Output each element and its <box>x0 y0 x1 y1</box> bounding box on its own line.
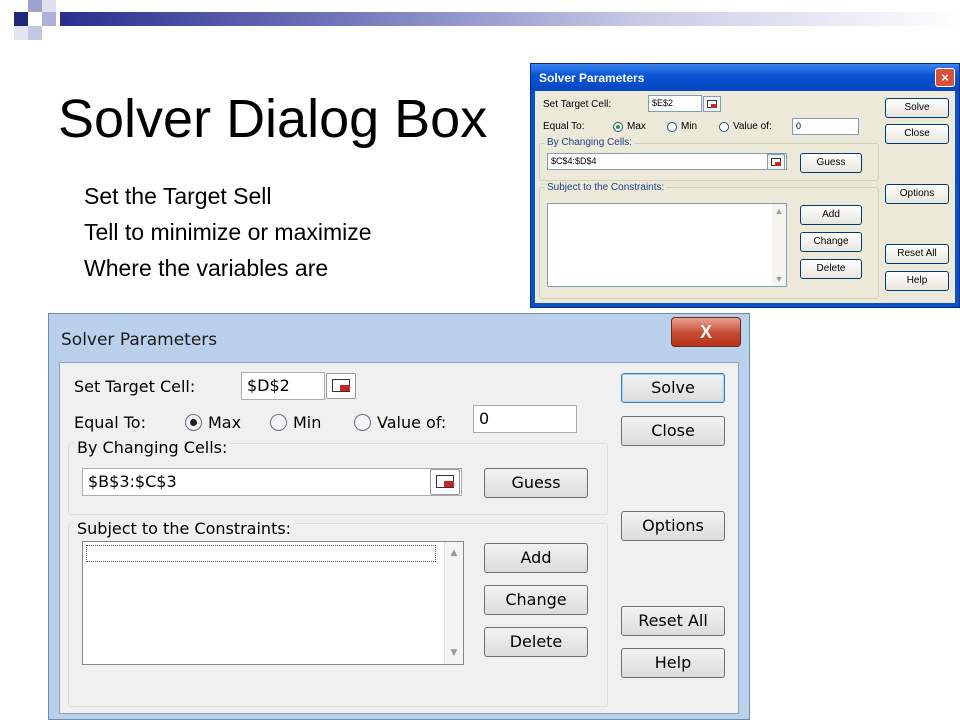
changing-cells-input[interactable]: $C$4:$D$4 <box>547 153 787 170</box>
help-button[interactable]: Help <box>621 648 725 678</box>
radio-max[interactable] <box>185 414 202 431</box>
decor-square-small <box>42 0 56 12</box>
solve-button[interactable]: Solve <box>885 98 949 118</box>
dialog-body: Set Target Cell: $D$2 Equal To: Max Min … <box>59 362 739 714</box>
change-button[interactable]: Change <box>800 232 862 252</box>
constraints-label: Subject to the Constraints: <box>545 182 667 193</box>
set-target-label: Set Target Cell: <box>74 377 196 396</box>
options-button[interactable]: Options <box>621 511 725 541</box>
dialog-title: Solver Parameters <box>61 330 218 350</box>
changing-cells-input[interactable]: $B$3:$C$3 <box>82 468 462 496</box>
add-button[interactable]: Add <box>800 205 862 225</box>
add-button[interactable]: Add <box>484 543 588 573</box>
target-cell-input[interactable]: $E$2 <box>648 95 702 112</box>
radio-min[interactable] <box>270 414 287 431</box>
help-button[interactable]: Help <box>885 271 949 291</box>
target-cell-input[interactable]: $D$2 <box>241 372 325 400</box>
change-button[interactable]: Change <box>484 585 588 615</box>
constraints-label: Subject to the Constraints: <box>74 519 295 538</box>
decor-gradient-bar <box>60 12 960 26</box>
solve-button[interactable]: Solve <box>621 373 725 403</box>
radio-min-label: Min <box>293 413 322 432</box>
changing-cells-label: By Changing Cells: <box>74 438 231 457</box>
radio-max-label: Max <box>627 121 646 132</box>
close-button[interactable]: Close <box>621 416 725 446</box>
delete-button[interactable]: Delete <box>800 259 862 279</box>
range-select-icon[interactable] <box>326 373 356 399</box>
radio-value-of-label: Value of: <box>377 413 447 432</box>
reset-all-button[interactable]: Reset All <box>621 606 725 636</box>
reset-all-button[interactable]: Reset All <box>885 244 949 264</box>
radio-max-label: Max <box>208 413 242 432</box>
scroll-down-arrow-icon[interactable]: ▼ <box>772 274 786 284</box>
guess-button[interactable]: Guess <box>800 153 862 173</box>
bullet-item: Set the Target Sell <box>84 183 272 209</box>
scroll-up-arrow-icon[interactable]: ▲ <box>445 548 463 558</box>
focus-row <box>86 545 436 562</box>
decor-square-lavender <box>42 12 56 26</box>
decor-square-pale <box>14 26 28 40</box>
scroll-down-arrow-icon[interactable]: ▼ <box>445 648 463 658</box>
constraints-list[interactable]: ▲ ▼ <box>82 541 464 665</box>
solver-dialog-large: Solver Parameters X Set Target Cell: $D$… <box>48 313 750 720</box>
options-button[interactable]: Options <box>885 184 949 204</box>
title-bar: Solver Parameters × <box>531 64 959 91</box>
close-icon[interactable]: X <box>671 317 741 347</box>
changing-cells-label: By Changing Cells: <box>545 137 635 148</box>
radio-value-of-label: Value of: <box>733 121 772 132</box>
value-of-input[interactable]: 0 <box>473 405 577 433</box>
close-button[interactable]: Close <box>885 124 949 144</box>
constraints-list[interactable]: ▲ ▼ <box>547 203 787 287</box>
delete-button[interactable]: Delete <box>484 627 588 657</box>
radio-value-of[interactable] <box>719 122 729 132</box>
value-of-input[interactable]: 0 <box>792 118 859 135</box>
equal-to-label: Equal To: <box>74 413 146 432</box>
bullet-item: Tell to minimize or maximize <box>84 219 372 245</box>
decor-square-mid <box>28 26 42 40</box>
radio-min-label: Min <box>681 121 698 132</box>
radio-value-of[interactable] <box>354 414 371 431</box>
bullet-item: Where the variables are <box>84 255 329 281</box>
decor-square-navy <box>14 12 28 26</box>
bullet-list: Set the Target Sell Tell to minimize or … <box>84 178 372 286</box>
set-target-label: Set Target Cell: <box>543 99 612 110</box>
range-select-icon[interactable] <box>767 154 785 170</box>
decor-square-light <box>28 0 42 12</box>
close-icon[interactable]: × <box>935 68 955 87</box>
list-scrollbar[interactable]: ▲ ▼ <box>444 542 463 664</box>
slide-title: Solver Dialog Box <box>58 89 488 149</box>
range-select-icon[interactable] <box>430 469 460 495</box>
radio-min[interactable] <box>667 122 677 132</box>
range-select-icon[interactable] <box>703 96 721 112</box>
dialog-body: Set Target Cell: $E$2 Equal To: Max Min … <box>535 91 955 303</box>
equal-to-label: Equal To: <box>543 121 585 132</box>
scroll-up-arrow-icon[interactable]: ▲ <box>772 206 786 216</box>
dialog-title: Solver Parameters <box>539 71 645 85</box>
radio-max[interactable] <box>613 122 623 132</box>
list-scrollbar[interactable]: ▲ ▼ <box>772 204 786 286</box>
solver-dialog-small: Solver Parameters × Set Target Cell: $E$… <box>530 63 960 308</box>
guess-button[interactable]: Guess <box>484 468 588 498</box>
